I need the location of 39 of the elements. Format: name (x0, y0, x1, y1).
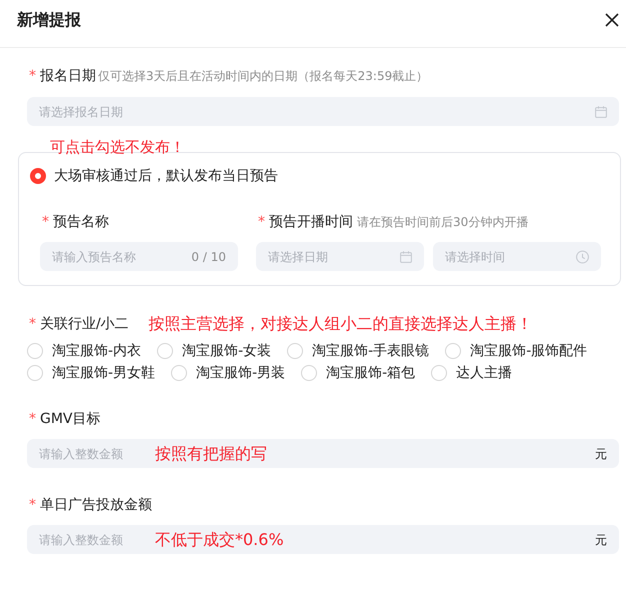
time-picker-field[interactable]: 请选择时间 (433, 242, 601, 271)
field-label: 预告开播时间 (269, 213, 353, 232)
radio-button[interactable] (30, 168, 46, 184)
required-asterisk: * (29, 315, 36, 334)
required-asterisk: * (42, 213, 49, 232)
annotation-text: 按照有把握的写 (155, 444, 267, 464)
radio-label[interactable]: 淘宝服饰-服饰配件 (470, 341, 588, 361)
field-hint: 仅可选择3天后且在活动时间内的日期（报名每天23:59截止） (98, 68, 428, 85)
radio-label[interactable]: 淘宝服饰-男女鞋 (52, 363, 156, 383)
dialog-title: 新增提报 (17, 9, 81, 31)
required-asterisk: * (29, 67, 36, 86)
radio-label[interactable]: 淘宝服饰-内衣 (52, 341, 142, 361)
field-label: GMV目标 (40, 410, 101, 429)
annotation-text: 不低于成交*0.6% (155, 530, 284, 550)
radio-label[interactable]: 达人主播 (456, 363, 512, 383)
radio-label[interactable]: 淘宝服饰-女装 (182, 341, 272, 361)
radio-label[interactable]: 淘宝服饰-男装 (196, 363, 286, 383)
radio-label[interactable]: 大场审核通过后，默认发布当日预告 (54, 166, 278, 186)
required-asterisk: * (29, 410, 36, 429)
character-count: 0 / 10 (191, 248, 226, 264)
field-hint: 请在预告时间前后30分钟内开播 (357, 214, 528, 231)
calendar-icon (400, 250, 412, 262)
field-label: 报名日期 (40, 67, 96, 86)
close-icon[interactable] (605, 13, 619, 27)
annotation-text: 按照主营选择，对接达人组小二的直接选择达人主播！ (148, 314, 533, 334)
field-label: 预告名称 (53, 213, 109, 232)
field-label: 单日广告投放金额 (40, 496, 152, 515)
date-picker-field[interactable]: 请选择报名日期 (27, 97, 619, 126)
clock-icon (576, 250, 589, 263)
radio-label[interactable]: 淘宝服饰-箱包 (326, 363, 416, 383)
calendar-icon (595, 106, 607, 118)
unit-label: 元 (595, 446, 607, 462)
unit-label: 元 (595, 532, 607, 548)
annotation-text: 可点击勾选不发布！ (50, 138, 185, 156)
date-picker-field[interactable]: 请选择日期 (256, 242, 424, 271)
field-label: 关联行业/小二 (40, 315, 129, 334)
required-asterisk: * (29, 496, 36, 515)
radio-label[interactable]: 淘宝服饰-手表眼镜 (312, 341, 430, 361)
required-asterisk: * (258, 213, 265, 232)
